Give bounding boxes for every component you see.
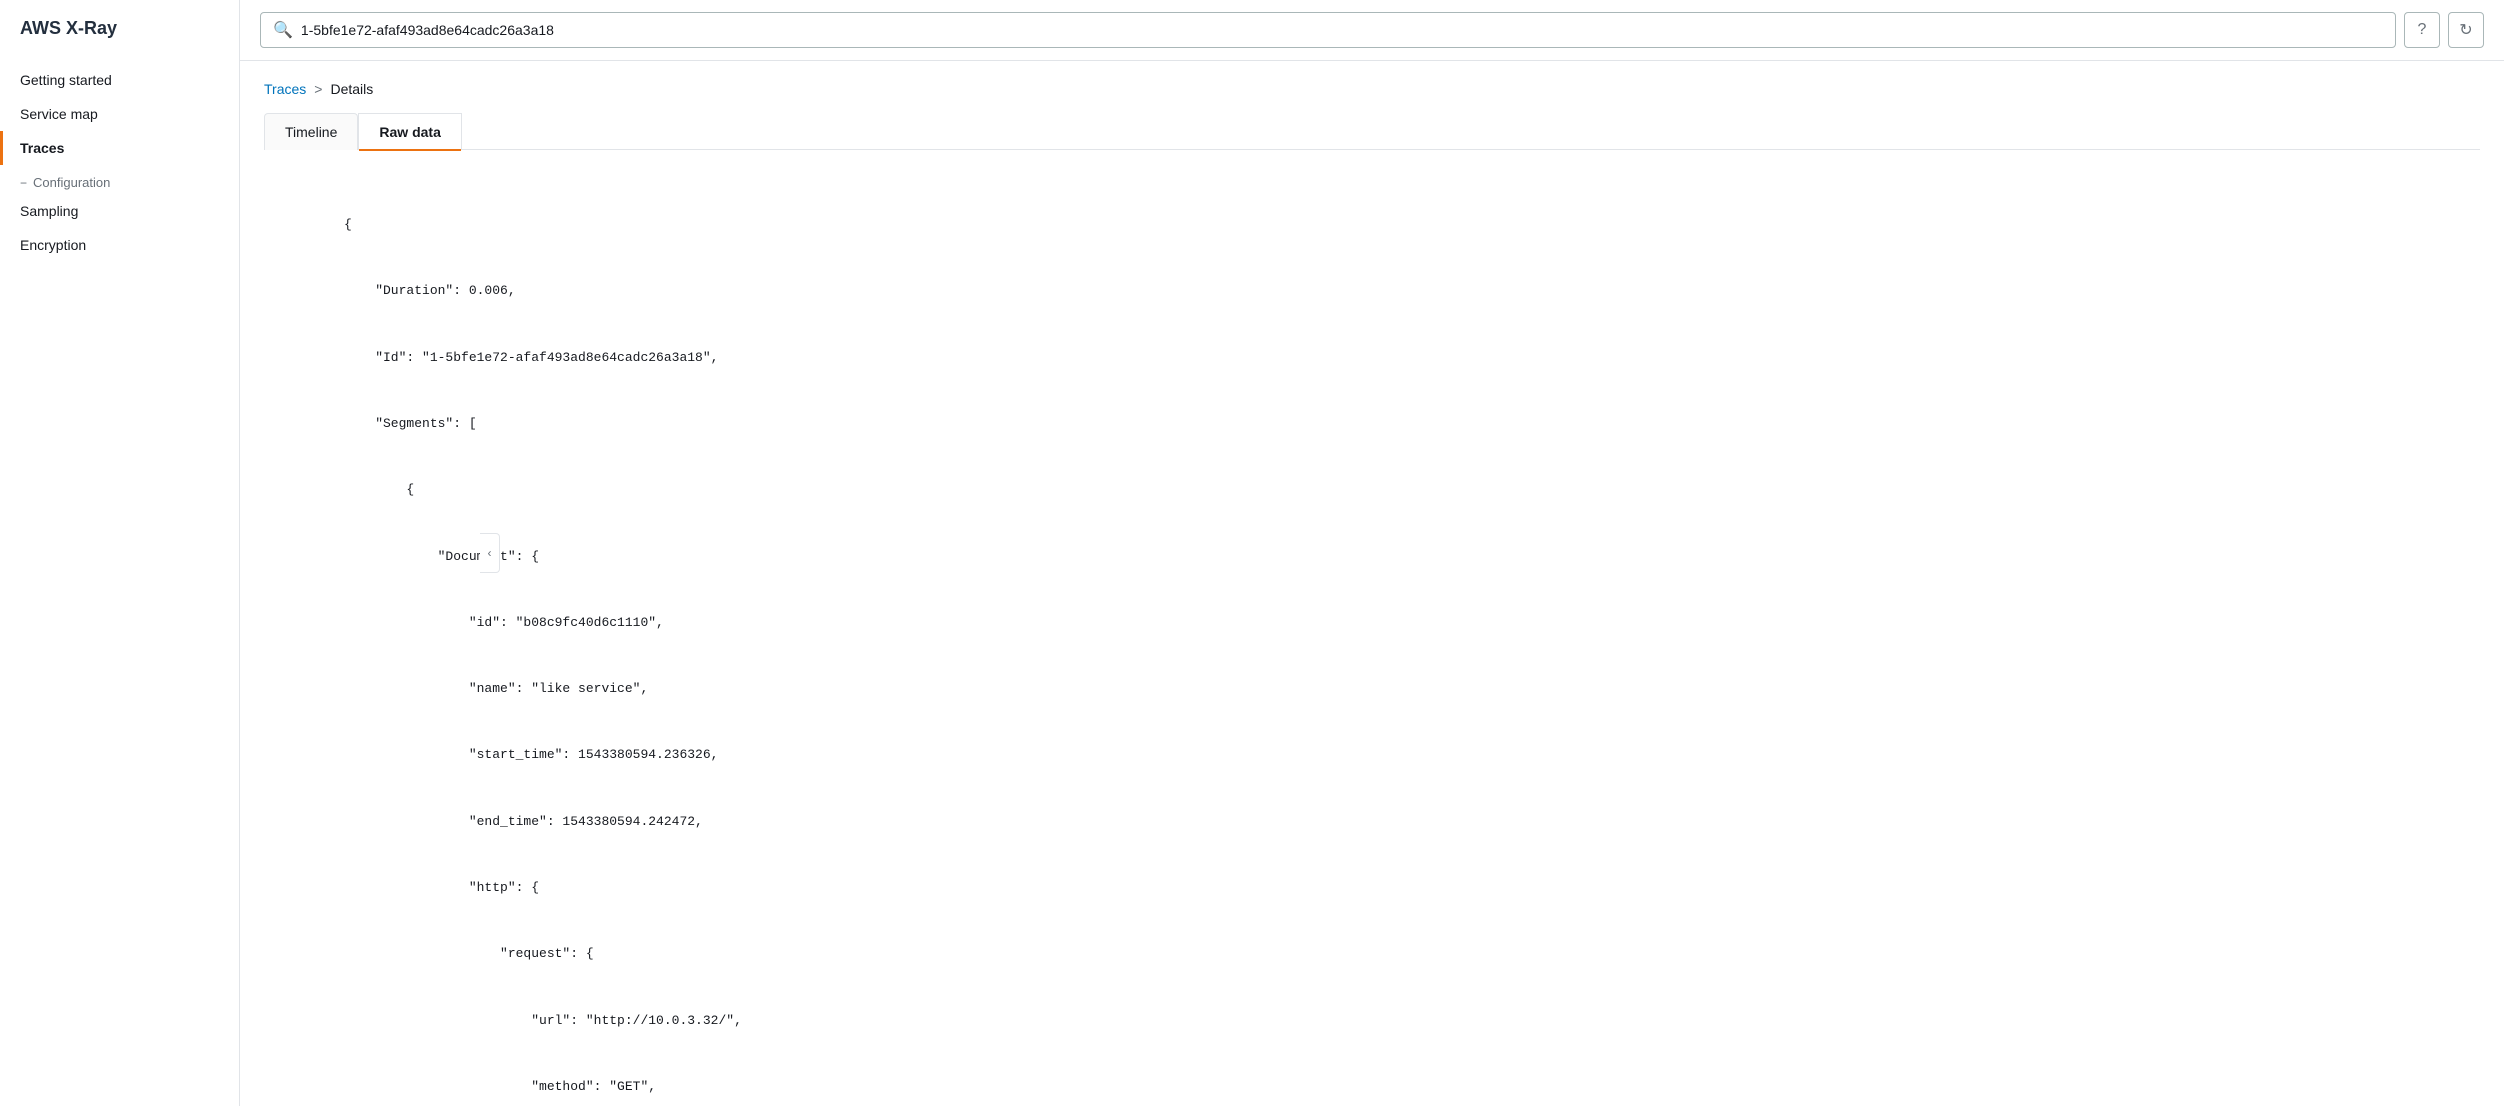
app-logo: AWS X-Ray <box>0 0 239 55</box>
collapse-icon: − <box>20 176 27 190</box>
sidebar-nav: Getting started Service map Traces − Con… <box>0 55 239 270</box>
json-line-2: "Id": "1-5bfe1e72-afaf493ad8e64cadc26a3a… <box>344 347 2480 369</box>
sidebar-link-encryption[interactable]: Encryption <box>0 228 239 262</box>
json-content-wrapper: { "Duration": 0.006, "Id": "1-5bfe1e72-a… <box>264 170 2480 1106</box>
page-content: Traces > Details Timeline Raw data { "Du… <box>240 61 2504 1106</box>
sidebar: AWS X-Ray Getting started Service map Tr… <box>0 0 240 1106</box>
json-line-12: "url": "http://10.0.3.32/", <box>344 1010 2480 1032</box>
refresh-button[interactable]: ↻ <box>2448 12 2484 48</box>
help-button[interactable]: ? <box>2404 12 2440 48</box>
main-content: ‹ 🔍 ? ↻ Traces > Details Timeline Raw da… <box>240 0 2504 1106</box>
breadcrumb-parent-link[interactable]: Traces <box>264 81 306 97</box>
json-line-0: { <box>344 214 2480 236</box>
sidebar-toggle-button[interactable]: ‹ <box>480 533 500 573</box>
sidebar-link-service-map[interactable]: Service map <box>0 97 239 131</box>
sidebar-link-getting-started[interactable]: Getting started <box>0 63 239 97</box>
search-icon: 🔍 <box>273 20 293 40</box>
json-line-8: "start_time": 1543380594.236326, <box>344 744 2480 766</box>
json-line-4: { <box>344 479 2480 501</box>
json-content: { "Duration": 0.006, "Id": "1-5bfe1e72-a… <box>344 170 2480 1106</box>
sidebar-item-encryption[interactable]: Encryption <box>0 228 239 262</box>
json-line-5: "Document": { <box>344 546 2480 568</box>
sidebar-item-service-map[interactable]: Service map <box>0 97 239 131</box>
search-container: 🔍 <box>260 12 2396 48</box>
configuration-label: Configuration <box>33 175 110 190</box>
json-line-10: "http": { <box>344 877 2480 899</box>
json-line-3: "Segments": [ <box>344 413 2480 435</box>
refresh-icon: ↻ <box>2459 20 2472 40</box>
sidebar-configuration-header: − Configuration <box>0 165 239 194</box>
search-input[interactable] <box>301 22 2383 38</box>
json-line-9: "end_time": 1543380594.242472, <box>344 811 2480 833</box>
help-icon: ? <box>2418 21 2427 39</box>
breadcrumb-current: Details <box>330 81 373 97</box>
json-line-11: "request": { <box>344 943 2480 965</box>
sidebar-item-traces[interactable]: Traces <box>0 131 239 165</box>
json-line-13: "method": "GET", <box>344 1076 2480 1098</box>
tabs-container: Timeline Raw data <box>264 113 2480 150</box>
sidebar-link-sampling[interactable]: Sampling <box>0 194 239 228</box>
tab-raw-data[interactable]: Raw data <box>358 113 461 150</box>
sidebar-link-traces[interactable]: Traces <box>0 131 239 165</box>
breadcrumb-separator: > <box>314 81 322 97</box>
json-line-6: "id": "b08c9fc40d6c1110", <box>344 612 2480 634</box>
top-bar: 🔍 ? ↻ <box>240 0 2504 61</box>
breadcrumb: Traces > Details <box>264 81 2480 97</box>
sidebar-item-getting-started[interactable]: Getting started <box>0 63 239 97</box>
json-line-1: "Duration": 0.006, <box>344 280 2480 302</box>
json-line-7: "name": "like service", <box>344 678 2480 700</box>
sidebar-item-sampling[interactable]: Sampling <box>0 194 239 228</box>
tab-timeline[interactable]: Timeline <box>264 113 358 150</box>
